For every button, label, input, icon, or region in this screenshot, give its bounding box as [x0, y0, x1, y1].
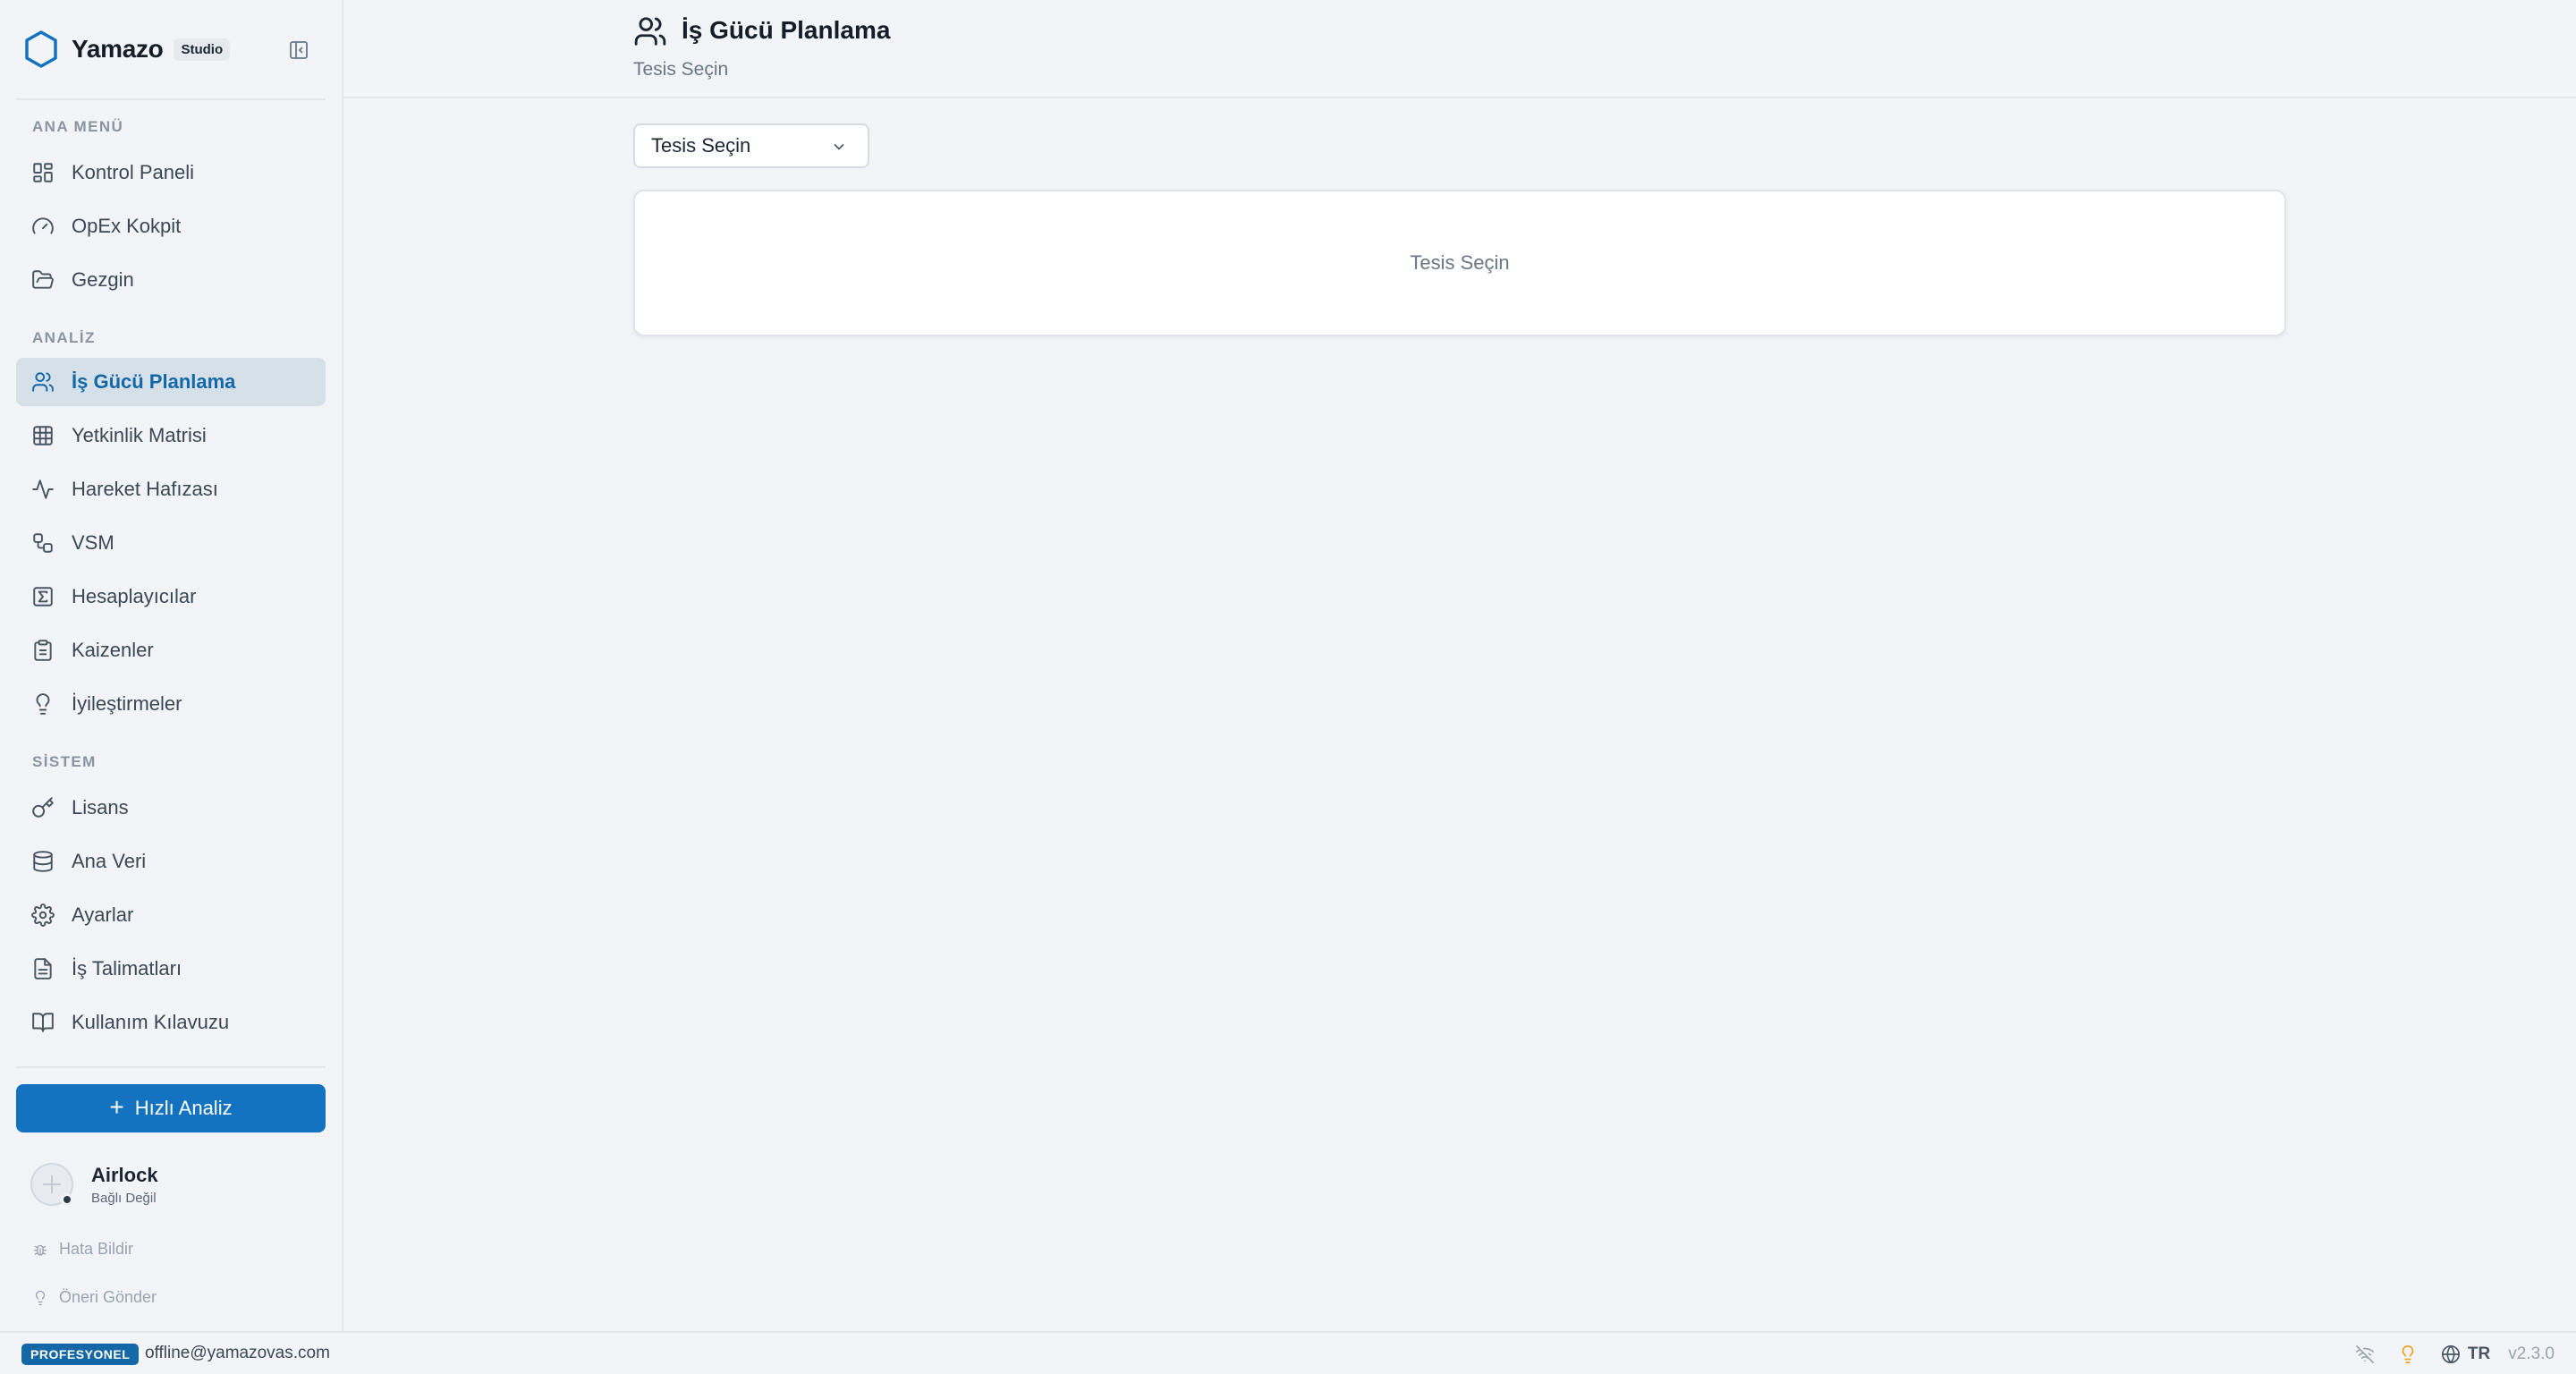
sidebar-item-label: Kaizenler [72, 639, 154, 661]
sidebar-item-user-guide[interactable]: Kullanım Kılavuzu [16, 998, 326, 1047]
sidebar-item-label: Yetkinlik Matrisi [72, 424, 207, 446]
sidebar-item-settings[interactable]: Ayarlar [16, 891, 326, 939]
sidebar-item-label: Ayarlar [72, 903, 134, 926]
key-icon [27, 792, 59, 824]
lightbulb-icon[interactable] [2398, 1344, 2418, 1364]
sidebar-item-label: VSM [72, 531, 114, 554]
users-icon [633, 14, 667, 48]
book-icon [27, 1006, 59, 1039]
brand-badge: Studio [174, 38, 231, 61]
sidebar-item-master-data[interactable]: Ana Veri [16, 837, 326, 886]
lightbulb-icon [27, 688, 59, 720]
panel-collapse-icon [290, 41, 308, 59]
airlock-status[interactable]: Airlock Bağlı Değil [30, 1159, 317, 1209]
send-suggestion-link[interactable]: Öneri Gönder [32, 1288, 157, 1307]
page-title: İş Gücü Planlama [682, 16, 891, 44]
report-bug-label: Hata Bildir [59, 1240, 134, 1258]
empty-state-text: Tesis Seçin [1410, 251, 1510, 274]
empty-state-card: Tesis Seçin [633, 190, 2286, 336]
quick-analysis-label: Hızlı Analiz [134, 1097, 233, 1119]
section-label-analysis: ANALİZ [32, 329, 96, 346]
quick-analysis-button[interactable]: + Hızlı Analiz [16, 1084, 326, 1132]
sidebar-item-label: Kullanım Kılavuzu [72, 1011, 230, 1033]
sidebar-item-work-instructions[interactable]: İş Talimatları [16, 945, 326, 993]
sidebar-item-competency-matrix[interactable]: Yetkinlik Matrisi [16, 411, 326, 460]
grid-icon [27, 420, 59, 452]
sidebar-item-label: İyileştirmeler [72, 692, 182, 715]
sidebar-item-improvements[interactable]: İyileştirmeler [16, 680, 326, 728]
brand-name: Yamazo [72, 35, 164, 63]
app-version: v2.3.0 [2508, 1344, 2555, 1363]
dashboard-icon [27, 157, 59, 189]
airlock-title: Airlock [91, 1163, 158, 1186]
users-icon [27, 366, 59, 398]
sidebar-item-dashboard[interactable]: Kontrol Paneli [16, 148, 326, 197]
airlock-connection-status: Bağlı Değil [91, 1190, 157, 1206]
section-label-main-menu: ANA MENÜ [32, 118, 124, 135]
page-header: İş Gücü Planlama Tesis Seçin [343, 0, 2576, 98]
sigma-icon [27, 581, 59, 613]
sidebar: Yamazo Studio ANA MENÜ Kontrol Paneli Op… [0, 0, 343, 1331]
page-subtitle: Tesis Seçin [633, 59, 729, 80]
sidebar-divider [16, 98, 326, 100]
activity-icon [27, 473, 59, 505]
sidebar-item-label: İş Gücü Planlama [72, 370, 236, 393]
sidebar-item-label: OpEx Kokpit [72, 215, 182, 237]
sidebar-item-label: Hareket Hafızası [72, 478, 218, 500]
sidebar-item-label: Kontrol Paneli [72, 161, 194, 183]
app-window: Yamazo Studio ANA MENÜ Kontrol Paneli Op… [0, 0, 2576, 1374]
gauge-icon [27, 210, 59, 242]
sidebar-item-motion-memory[interactable]: Hareket Hafızası [16, 465, 326, 513]
sidebar-item-label: Ana Veri [72, 850, 147, 872]
facility-select-value: Tesis Seçin [651, 134, 751, 157]
workflow-icon [27, 527, 59, 559]
plus-icon: + [109, 1093, 124, 1121]
send-suggestion-label: Öneri Gönder [59, 1288, 157, 1306]
lightbulb-icon [35, 1290, 46, 1305]
section-label-system: SİSTEM [32, 753, 97, 770]
sidebar-item-explorer[interactable]: Gezgin [16, 256, 326, 304]
hexagon-logo-icon [25, 30, 57, 68]
sidebar-item-label: İş Talimatları [72, 957, 182, 980]
brand[interactable]: Yamazo Studio [23, 27, 318, 72]
status-bar: PROFESYONEL offline@yamazovas.com TR v2.… [0, 1331, 2576, 1374]
language-toggle[interactable]: TR [2468, 1344, 2490, 1364]
sidebar-item-calculators[interactable]: Hesaplayıcılar [16, 572, 326, 621]
sidebar-divider [16, 1066, 326, 1068]
clipboard-icon [27, 634, 59, 666]
sidebar-item-vsm[interactable]: VSM [16, 519, 326, 567]
sidebar-collapse-button[interactable] [286, 38, 311, 63]
sidebar-item-workforce-planning[interactable]: İş Gücü Planlama [16, 358, 326, 406]
sidebar-item-label: Gezgin [72, 268, 134, 291]
plan-badge: PROFESYONEL [21, 1344, 140, 1365]
chevron-down-icon [830, 138, 848, 156]
report-bug-link[interactable]: Hata Bildir [32, 1240, 133, 1259]
gear-icon [27, 899, 59, 931]
wifi-off-icon[interactable] [2355, 1344, 2375, 1364]
database-icon [27, 845, 59, 878]
facility-select[interactable]: Tesis Seçin [633, 123, 869, 168]
sidebar-item-label: Lisans [72, 796, 129, 818]
sidebar-item-license[interactable]: Lisans [16, 784, 326, 832]
airlock-avatar [30, 1163, 73, 1206]
sidebar-item-label: Hesaplayıcılar [72, 585, 197, 607]
plus-circle-icon [43, 1175, 61, 1193]
document-icon [27, 953, 59, 985]
connection-dot [61, 1193, 73, 1206]
bug-icon [34, 1244, 47, 1256]
sidebar-item-opex-cockpit[interactable]: OpEx Kokpit [16, 202, 326, 250]
sidebar-item-kaizens[interactable]: Kaizenler [16, 626, 326, 674]
folder-icon [27, 264, 59, 296]
globe-icon[interactable] [2441, 1344, 2461, 1364]
user-email: offline@yamazovas.com [145, 1344, 330, 1362]
